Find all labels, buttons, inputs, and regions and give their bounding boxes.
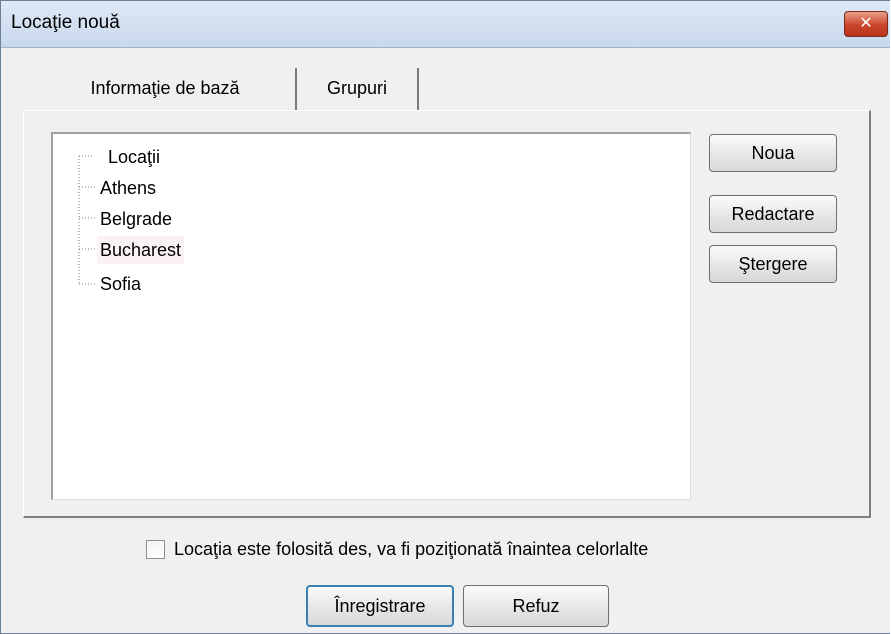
edit-button[interactable]: Redactare bbox=[709, 195, 837, 233]
tree-item-bucharest[interactable]: Bucharest bbox=[97, 236, 185, 264]
locations-tree[interactable]: Locaţii Athens Belgrade Bucharest Sofia bbox=[51, 132, 691, 500]
frequent-location-label[interactable]: Locaţia este folosită des, va fi poziţio… bbox=[174, 537, 648, 561]
tree-root-locations[interactable]: Locaţii bbox=[105, 143, 163, 171]
tab-basic-info[interactable]: Informaţie de bază bbox=[35, 68, 297, 110]
tree-item-belgrade[interactable]: Belgrade bbox=[97, 205, 175, 233]
close-icon: ✕ bbox=[859, 15, 873, 32]
tab-basic-info-label: Informaţie de bază bbox=[90, 78, 240, 98]
tab-groups-label: Grupuri bbox=[326, 78, 388, 98]
tab-strip: Informaţie de bază Grupuri bbox=[1, 48, 890, 110]
title-bar: Locaţie nouă ✕ bbox=[1, 1, 890, 48]
tab-panel-basic-info: Locaţii Athens Belgrade Bucharest Sofia … bbox=[23, 110, 871, 518]
window-title: Locaţie nouă bbox=[11, 12, 120, 33]
tree-item-athens[interactable]: Athens bbox=[97, 174, 159, 202]
dialog-content: Informaţie de bază Grupuri Locaţii Athen… bbox=[1, 48, 890, 633]
dialog-window: Locaţie nouă ✕ Informaţie de bază Grupur… bbox=[0, 0, 890, 634]
close-button[interactable]: ✕ bbox=[844, 11, 888, 37]
cancel-button[interactable]: Refuz bbox=[463, 585, 609, 627]
frequent-location-checkbox[interactable] bbox=[146, 540, 165, 559]
tab-groups[interactable]: Grupuri bbox=[297, 68, 419, 110]
delete-button[interactable]: Ştergere bbox=[709, 245, 837, 283]
tree-item-sofia[interactable]: Sofia bbox=[97, 270, 144, 298]
new-button[interactable]: Noua bbox=[709, 134, 837, 172]
save-button[interactable]: Înregistrare bbox=[306, 585, 454, 627]
